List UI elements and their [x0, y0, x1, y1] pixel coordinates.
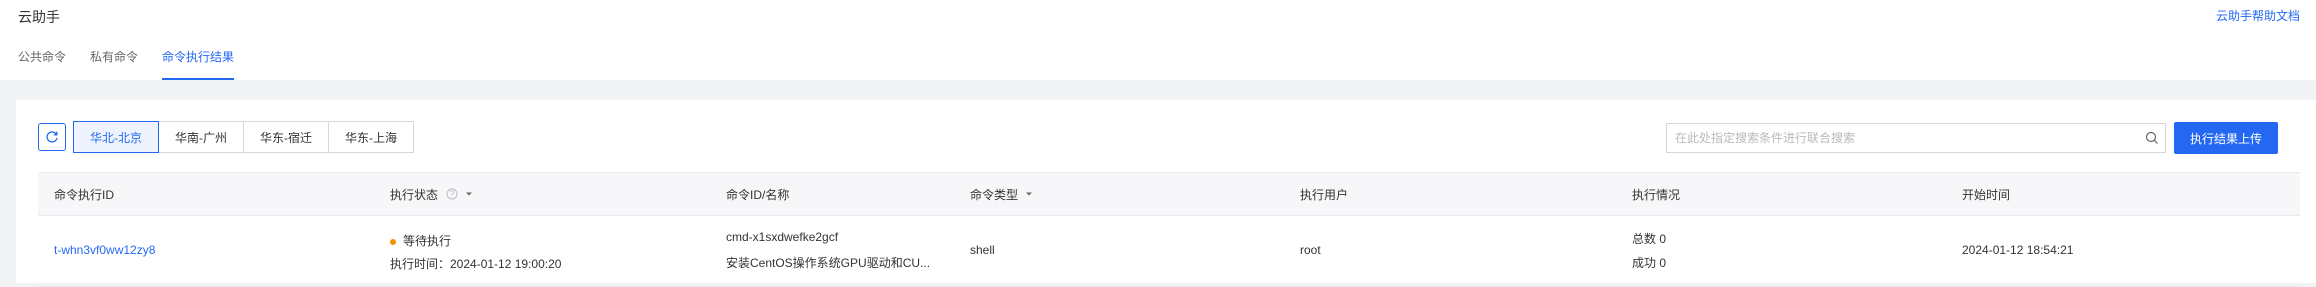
status-text: 等待执行: [403, 234, 452, 248]
command-id: cmd-x1sxdwefke2gcf: [726, 230, 839, 244]
filter-dropdown-icon[interactable]: [464, 189, 474, 199]
start-time: 2024-01-12 18:54:21: [1962, 243, 2074, 257]
column-header-start-time: 开始时间: [1962, 187, 2011, 202]
status-dot: [390, 238, 396, 245]
help-circle-icon[interactable]: ?: [446, 188, 458, 200]
table-header: 命令执行ID 执行状态 ? 命令ID/名称 命令类型 执行用户 执行情况 开始时…: [38, 173, 2300, 216]
region-beijing[interactable]: 华北-北京: [73, 121, 159, 153]
exec-time: 执行时间：2024-01-12 19:00:20: [390, 257, 562, 271]
search-input[interactable]: [1667, 124, 2139, 152]
column-header-user: 执行用户: [1300, 187, 1349, 202]
tab-public-commands[interactable]: 公共命令: [18, 48, 66, 80]
search-icon[interactable]: [2139, 131, 2165, 145]
refresh-button[interactable]: [38, 123, 66, 151]
results-table: 命令执行ID 执行状态 ? 命令ID/名称 命令类型 执行用户 执行情况 开始时…: [38, 172, 2300, 287]
page-header: 云助手 云助手帮助文档 公共命令 私有命令 命令执行结果: [0, 0, 2316, 80]
svg-text:?: ?: [450, 190, 455, 199]
tab-bar: 公共命令 私有命令 命令执行结果: [18, 48, 235, 80]
region-selector: 华北-北京 华南-广州 华东-宿迁 华东-上海: [73, 121, 414, 153]
tab-execution-results[interactable]: 命令执行结果: [162, 48, 235, 80]
upload-results-button[interactable]: 执行结果上传: [2174, 122, 2278, 154]
total-count: 总数 0: [1632, 232, 1667, 246]
refresh-icon: [46, 131, 58, 143]
tab-private-commands[interactable]: 私有命令: [90, 48, 138, 80]
exec-user: root: [1300, 243, 1321, 257]
exec-id-link[interactable]: t-whn3vf0ww12zy8: [54, 243, 155, 257]
toolbar: 华北-北京 华南-广州 华东-宿迁 华东-上海: [38, 121, 414, 153]
filter-dropdown-icon[interactable]: [1024, 189, 1034, 199]
results-panel: 华北-北京 华南-广州 华东-宿迁 华东-上海 执行结果上传 命令执行ID 执行…: [16, 100, 2316, 287]
help-doc-link[interactable]: 云助手帮助文档: [2216, 7, 2300, 24]
status-cell: 等待执行: [390, 232, 451, 249]
success-count: 成功 0: [1632, 256, 1667, 270]
command-name: 安装CentOS操作系统GPU驱动和CU...: [726, 256, 931, 270]
region-shanghai[interactable]: 华东-上海: [328, 121, 414, 153]
table-row: t-whn3vf0ww12zy8 等待执行 执行时间：2024-01-12 19…: [38, 216, 2300, 287]
column-header-command: 命令ID/名称: [726, 187, 790, 202]
app-title: 云助手: [18, 9, 60, 25]
column-header-command-type: 命令类型: [970, 173, 1034, 215]
region-guangzhou[interactable]: 华南-广州: [158, 121, 244, 153]
region-suqian[interactable]: 华东-宿迁: [243, 121, 329, 153]
column-header-exec-id: 命令执行ID: [54, 187, 115, 202]
column-header-status: 执行状态 ?: [390, 173, 474, 215]
command-type: shell: [970, 243, 995, 257]
column-header-execution-summary: 执行情况: [1632, 187, 1681, 202]
search-box: [1666, 123, 2166, 153]
